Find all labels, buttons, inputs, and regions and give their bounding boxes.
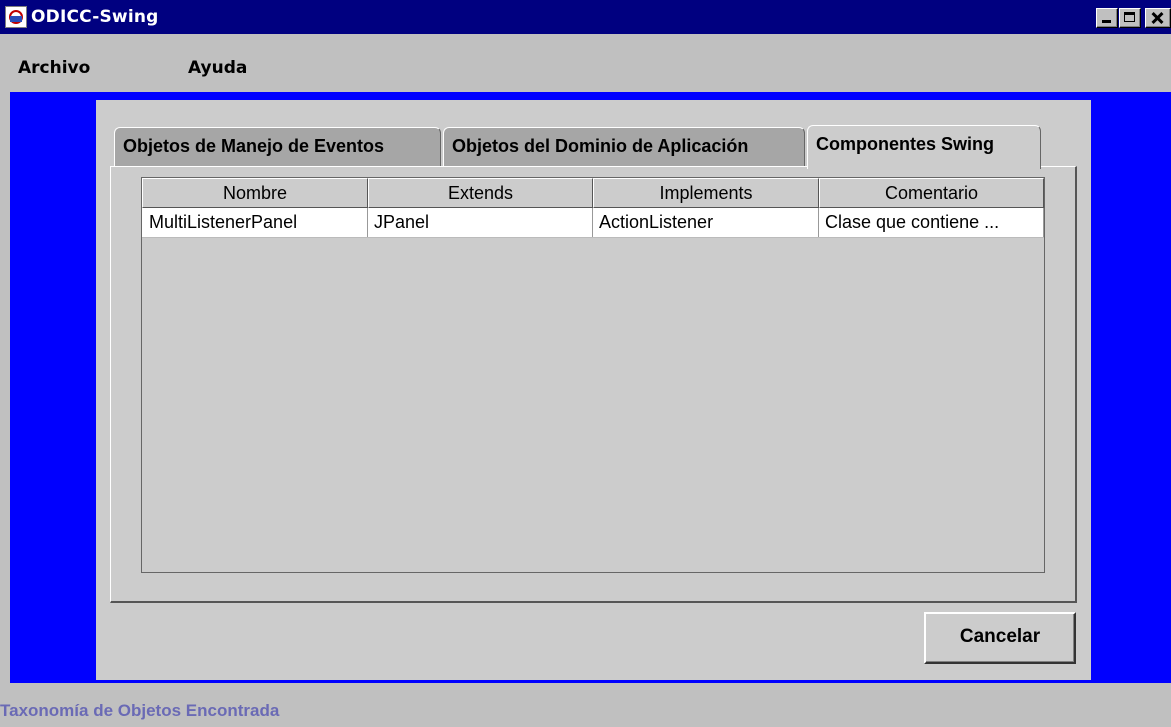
column-header-comentario[interactable]: Comentario — [819, 178, 1044, 208]
java-app-icon[interactable] — [5, 6, 27, 28]
column-header-implements[interactable]: Implements — [593, 178, 819, 208]
maximize-button[interactable] — [1119, 8, 1141, 28]
title-bar[interactable]: ODICC-Swing — [0, 0, 1171, 34]
column-header-extends[interactable]: Extends — [368, 178, 593, 208]
menu-bar: Archivo Ayuda — [0, 34, 1171, 92]
status-text: Taxonomía de Objetos Encontrada — [0, 701, 280, 720]
content-area: Objetos de Manejo de Eventos Objetos del… — [10, 92, 1171, 683]
tab-objetos-manejo-eventos[interactable]: Objetos de Manejo de Eventos — [114, 127, 441, 167]
table-body: MultiListenerPanel JPanel ActionListener… — [142, 208, 1044, 238]
table-cell-implements[interactable]: ActionListener — [593, 208, 819, 237]
table-cell-nombre[interactable]: MultiListenerPanel — [142, 208, 368, 237]
tab-objetos-dominio-aplicacion[interactable]: Objetos del Dominio de Aplicación — [443, 127, 805, 167]
status-bar: Taxonomía de Objetos Encontrada — [0, 683, 1171, 727]
menu-ayuda[interactable]: Ayuda — [188, 58, 247, 78]
cancel-button[interactable]: Cancelar — [924, 612, 1076, 664]
menu-archivo[interactable]: Archivo — [18, 58, 90, 78]
table-header: Nombre Extends Implements Comentario — [142, 178, 1044, 208]
table-cell-extends[interactable]: JPanel — [368, 208, 593, 237]
window-title: ODICC-Swing — [31, 7, 159, 27]
tab-content-panel: Nombre Extends Implements Comentario Mul… — [110, 166, 1077, 603]
components-table: Nombre Extends Implements Comentario Mul… — [141, 177, 1045, 573]
tab-componentes-swing[interactable]: Componentes Swing — [807, 125, 1041, 169]
column-header-nombre[interactable]: Nombre — [142, 178, 368, 208]
table-cell-comentario[interactable]: Clase que contiene ... — [819, 208, 1044, 237]
table-row[interactable]: MultiListenerPanel JPanel ActionListener… — [142, 208, 1044, 238]
close-button[interactable] — [1145, 8, 1171, 28]
application-window: ODICC-Swing Archivo Ayuda Objetos de Man… — [0, 0, 1171, 727]
minimize-button[interactable] — [1096, 8, 1118, 28]
main-panel: Objetos de Manejo de Eventos Objetos del… — [96, 100, 1091, 680]
